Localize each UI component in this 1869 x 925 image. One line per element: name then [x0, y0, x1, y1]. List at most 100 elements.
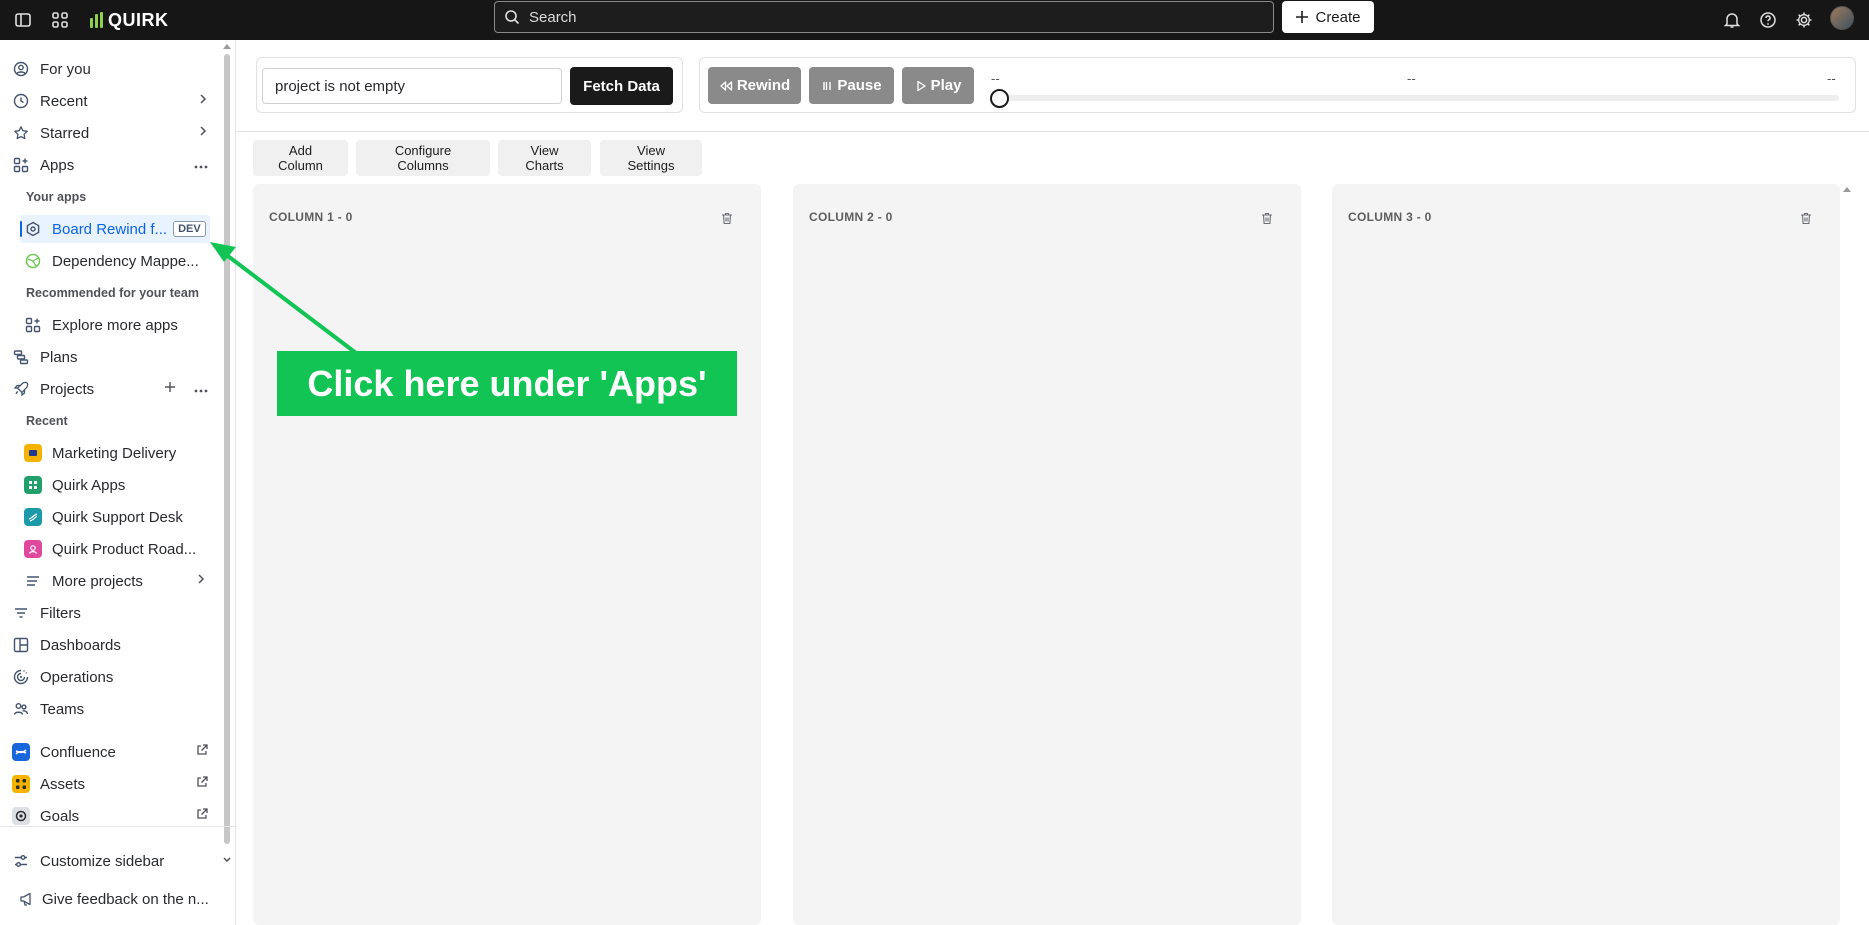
external-link-icon[interactable] — [196, 775, 208, 792]
operations-icon — [12, 668, 30, 686]
sidebar-item-label: More projects — [52, 572, 143, 590]
sidebar-item-projects[interactable]: Projects — [12, 376, 212, 402]
pause-button[interactable]: Pause — [809, 67, 894, 104]
help-icon[interactable] — [1756, 8, 1780, 32]
sidebar-item-plans[interactable]: Plans — [12, 344, 212, 370]
sidebar-item-label: Teams — [40, 700, 85, 718]
search-input[interactable]: Search — [494, 1, 1274, 33]
sidebar-item-label: Marketing Delivery — [52, 444, 177, 462]
sidebar-item-label: Filters — [40, 604, 81, 622]
sidebar-item-recent[interactable]: Recent — [12, 88, 212, 114]
assets-icon — [12, 775, 30, 793]
sidebar-item-label: Recent — [40, 92, 88, 110]
sidebar-item-label: Operations — [40, 668, 114, 686]
timeline-slider-thumb[interactable] — [990, 89, 1009, 108]
external-link-icon[interactable] — [196, 807, 208, 824]
sidebar-project-quirk-apps[interactable]: Quirk Apps — [24, 472, 210, 498]
dev-badge: DEV — [173, 221, 206, 237]
create-button[interactable]: Create — [1282, 1, 1374, 33]
view-charts-button[interactable]: View Charts — [498, 140, 591, 176]
sidebar-item-starred[interactable]: Starred — [12, 120, 212, 146]
play-button[interactable]: Play — [902, 67, 974, 104]
sidebar-item-feedback[interactable]: Give feedback on the n... — [18, 886, 228, 912]
settings-gear-icon[interactable] — [1792, 8, 1816, 32]
recommended-header: Recommended for your team — [26, 286, 199, 300]
more-options-icon[interactable] — [194, 156, 208, 173]
sidebar-item-for-you[interactable]: For you — [12, 56, 212, 82]
column-title: COLUMN 3 - 0 — [1348, 210, 1432, 224]
chevron-right-icon[interactable] — [198, 124, 208, 141]
sidebar-scrollbar[interactable] — [223, 44, 231, 844]
sidebar-item-operations[interactable]: Operations — [12, 664, 212, 690]
quirk-logo[interactable]: QUIRK — [90, 7, 169, 33]
timeline-start-time: -- — [991, 71, 1000, 86]
board-column-2: COLUMN 2 - 0 — [793, 184, 1301, 925]
project-avatar-icon — [24, 540, 42, 558]
sliders-icon — [12, 852, 30, 870]
chevron-right-icon[interactable] — [196, 572, 206, 589]
sidebar-item-teams[interactable]: Teams — [12, 696, 212, 722]
board-column-3: COLUMN 3 - 0 — [1332, 184, 1840, 925]
sidebar-item-label: Board Rewind f... — [52, 220, 168, 238]
notifications-icon[interactable] — [1720, 8, 1744, 32]
sidebar-project-marketing-delivery[interactable]: Marketing Delivery — [24, 440, 210, 466]
main-scroll-up-icon[interactable] — [1843, 187, 1851, 192]
scroll-up-icon[interactable] — [223, 44, 231, 49]
sidebar-divider — [0, 826, 235, 827]
query-input[interactable] — [262, 68, 562, 104]
sidebar-item-explore-apps[interactable]: Explore more apps — [24, 312, 210, 338]
app-switcher-icon[interactable] — [48, 8, 72, 32]
annotation-callout: Click here under 'Apps' — [277, 351, 737, 416]
sidebar-item-label: Give feedback on the n... — [42, 890, 209, 908]
configure-columns-button[interactable]: Configure Columns — [356, 140, 490, 176]
sidebar-item-assets[interactable]: Assets — [12, 771, 212, 797]
sidebar-item-label: Goals — [40, 807, 80, 825]
sidebar-item-filters[interactable]: Filters — [12, 600, 212, 626]
chevron-right-icon[interactable] — [198, 92, 208, 109]
scrollbar-thumb[interactable] — [224, 54, 230, 844]
search-placeholder: Search — [529, 8, 577, 26]
list-icon — [24, 572, 42, 590]
your-apps-header: Your apps — [26, 190, 87, 204]
timeline-end-time: -- — [1827, 71, 1836, 86]
rewind-label: Rewind — [736, 77, 791, 94]
fetch-data-button[interactable]: Fetch Data — [570, 67, 673, 105]
dashboard-icon — [12, 636, 30, 654]
sidebar-project-quirk-product-roadmap[interactable]: Quirk Product Road... — [24, 536, 210, 562]
view-settings-button[interactable]: View Settings — [600, 140, 702, 176]
sidebar-item-label: Projects — [40, 380, 95, 398]
sidebar-toggle-icon[interactable] — [11, 8, 35, 32]
user-avatar[interactable] — [1830, 6, 1854, 30]
sidebar-item-label: Quirk Product Road... — [52, 540, 197, 558]
sidebar-item-customize[interactable]: Customize sidebar — [12, 848, 236, 874]
user-circle-icon — [12, 60, 30, 78]
trash-icon[interactable] — [719, 210, 735, 226]
sidebar-project-quirk-support-desk[interactable]: Quirk Support Desk — [24, 504, 210, 530]
sidebar-item-confluence[interactable]: Confluence — [12, 739, 212, 765]
sidebar-item-board-rewind[interactable]: Board Rewind f... DEV — [24, 216, 210, 242]
chevron-down-icon[interactable] — [222, 852, 232, 869]
trash-icon[interactable] — [1798, 210, 1814, 226]
trash-icon[interactable] — [1259, 210, 1275, 226]
external-link-icon[interactable] — [196, 743, 208, 760]
brand-name: QUIRK — [108, 9, 169, 30]
sidebar-item-dashboards[interactable]: Dashboards — [12, 632, 212, 658]
confluence-icon — [12, 743, 30, 761]
timeline-slider-track[interactable] — [993, 95, 1839, 101]
project-avatar-icon — [24, 508, 42, 526]
sidebar-item-apps[interactable]: Apps — [12, 152, 212, 178]
search-icon — [505, 10, 520, 25]
rewind-button[interactable]: Rewind — [708, 67, 801, 104]
dependency-app-icon — [24, 252, 42, 270]
project-avatar-icon — [24, 444, 42, 462]
sidebar-item-dependency-mapper[interactable]: Dependency Mappe... — [24, 248, 210, 274]
hexagon-app-icon — [24, 220, 42, 238]
filter-icon — [12, 604, 30, 622]
more-options-icon[interactable] — [194, 380, 208, 397]
sidebar-item-label: For you — [40, 60, 91, 78]
sidebar-item-label: Confluence — [40, 743, 116, 761]
add-column-button[interactable]: Add Column — [253, 140, 348, 176]
sidebar-item-more-projects[interactable]: More projects — [24, 568, 210, 594]
add-project-icon[interactable] — [164, 380, 176, 397]
people-icon — [12, 700, 30, 718]
